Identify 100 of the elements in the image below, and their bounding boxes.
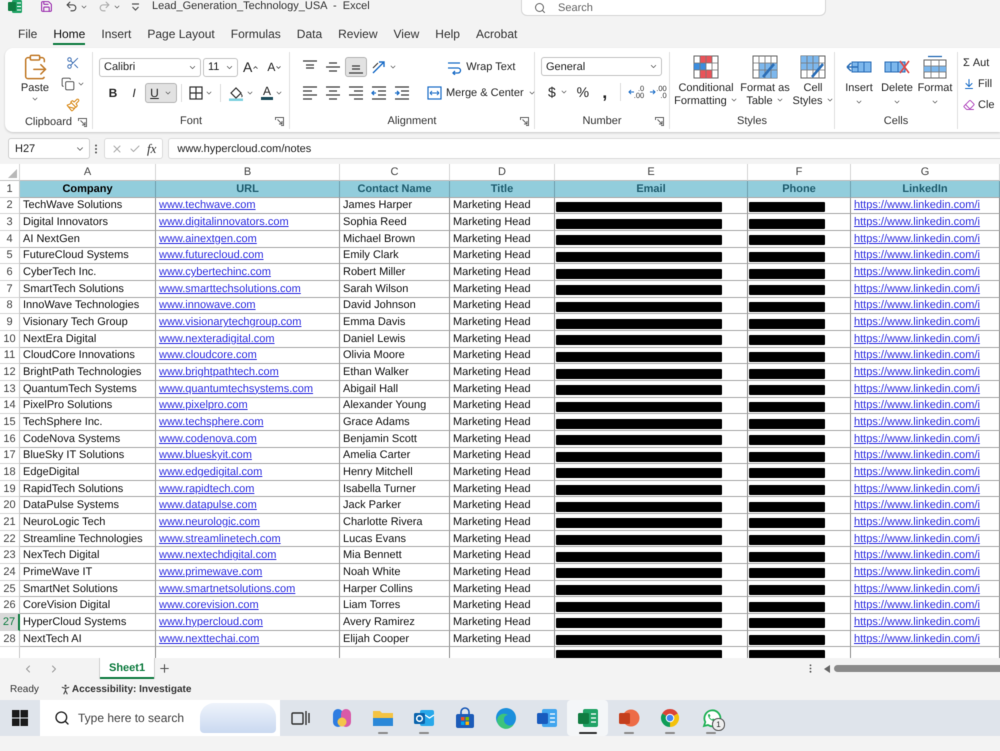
link[interactable]: www.edgedigital.com xyxy=(159,466,262,478)
link[interactable]: www.brightpathtech.com xyxy=(159,366,279,378)
row-header[interactable]: 16 xyxy=(0,430,20,448)
row-header[interactable]: 24 xyxy=(0,564,20,581)
alignment-launcher-button[interactable] xyxy=(520,116,529,126)
shrink-font-button[interactable]: A xyxy=(264,57,286,77)
link[interactable]: https://www.linkedin.com/i xyxy=(854,466,980,478)
column-letter[interactable]: F xyxy=(748,164,851,181)
comma-style-button[interactable]: , xyxy=(594,82,615,102)
link[interactable]: www.codenova.com xyxy=(159,432,257,445)
row-header[interactable]: 19 xyxy=(0,480,20,498)
sheet-tab[interactable]: Sheet1 xyxy=(100,658,154,679)
column-letter[interactable]: G xyxy=(851,164,1000,181)
styles-button[interactable]: Conditional Formatting xyxy=(674,52,738,113)
link[interactable]: https://www.linkedin.com/i xyxy=(854,382,980,395)
link[interactable]: https://www.linkedin.com/i xyxy=(854,266,980,278)
search-field[interactable]: Search xyxy=(521,0,826,16)
cells-button[interactable]: Delete xyxy=(879,52,915,113)
link[interactable]: www.cybertechinc.com xyxy=(159,266,271,278)
cells-button[interactable]: Format xyxy=(917,52,953,113)
row-header[interactable]: 27 xyxy=(0,614,20,631)
link[interactable]: www.visionarytechgroup.com xyxy=(159,316,302,328)
row-header[interactable]: 10 xyxy=(0,330,20,348)
menu-tab[interactable]: File xyxy=(10,20,46,48)
name-box[interactable]: H27 xyxy=(8,138,90,159)
taskbar-app-button[interactable] xyxy=(567,700,608,736)
editing-button[interactable]: Cle xyxy=(963,95,995,115)
grow-font-button[interactable]: A xyxy=(240,57,262,77)
row-header[interactable]: 9 xyxy=(0,314,20,331)
number-format-field[interactable]: General xyxy=(541,57,662,76)
link[interactable]: www.datapulse.com xyxy=(159,499,257,512)
link[interactable]: https://www.linkedin.com/i xyxy=(854,599,980,612)
row-header[interactable]: 28 xyxy=(0,630,20,648)
link[interactable]: www.smarttechsolutions.com xyxy=(159,282,301,295)
row-header[interactable]: 1 xyxy=(0,181,20,198)
column-letter[interactable]: D xyxy=(450,164,555,181)
menu-tab[interactable]: View xyxy=(386,20,428,48)
scrollbar-thumb[interactable] xyxy=(834,665,1000,672)
link[interactable]: https://www.linkedin.com/i xyxy=(854,232,980,245)
align-button[interactable] xyxy=(345,57,367,77)
link[interactable]: www.innowave.com xyxy=(159,299,256,312)
bold-button[interactable]: B xyxy=(103,83,123,103)
font-size-field[interactable]: 11 xyxy=(203,58,238,76)
row-header[interactable]: 21 xyxy=(0,514,20,531)
link[interactable]: https://www.linkedin.com/i xyxy=(854,499,980,512)
row-header[interactable]: 4 xyxy=(0,230,20,248)
row-header[interactable]: 25 xyxy=(0,580,20,598)
link[interactable]: www.rapidtech.com xyxy=(159,482,254,495)
link[interactable]: https://www.linkedin.com/i xyxy=(854,366,980,378)
row-header[interactable]: 7 xyxy=(0,280,20,298)
link[interactable]: https://www.linkedin.com/i xyxy=(854,316,980,328)
link[interactable]: https://www.linkedin.com/i xyxy=(854,282,980,295)
link[interactable]: www.hypercloud.com xyxy=(159,616,263,628)
clipboard-launcher-button[interactable] xyxy=(78,118,87,126)
link[interactable]: www.nextechdigital.com xyxy=(159,549,276,562)
link[interactable]: https://www.linkedin.com/i xyxy=(854,449,980,462)
app-logo-button[interactable] xyxy=(8,0,22,13)
column-letter[interactable]: A xyxy=(20,164,156,181)
row-header[interactable]: 11 xyxy=(0,348,20,364)
link[interactable]: https://www.linkedin.com/i xyxy=(854,549,980,562)
link[interactable]: https://www.linkedin.com/i xyxy=(854,566,980,578)
menu-tab[interactable]: Insert xyxy=(93,20,140,48)
link[interactable]: www.techwave.com xyxy=(159,199,256,212)
link[interactable]: https://www.linkedin.com/i xyxy=(854,249,980,262)
column-letter[interactable]: B xyxy=(156,164,340,181)
taskbar-search-field[interactable]: Type here to search xyxy=(40,700,280,736)
row-header[interactable]: 2 xyxy=(0,198,20,214)
styles-button[interactable]: Cell Styles xyxy=(792,52,834,113)
link[interactable]: https://www.linkedin.com/i xyxy=(854,582,980,595)
accessibility-status[interactable]: Accessibility: Investigate xyxy=(72,684,192,695)
link[interactable]: https://www.linkedin.com/i xyxy=(854,532,980,545)
row-header[interactable]: 15 xyxy=(0,414,20,431)
link[interactable]: www.futurecloud.com xyxy=(159,249,264,262)
link[interactable]: www.pixelpro.com xyxy=(159,399,248,412)
row-header[interactable]: 20 xyxy=(0,497,20,514)
row-header[interactable]: 22 xyxy=(0,530,20,548)
merge-center-button[interactable]: Merge & Center xyxy=(425,83,538,103)
link[interactable]: https://www.linkedin.com/i xyxy=(854,332,980,345)
currency-button[interactable]: $ xyxy=(545,82,571,102)
link[interactable]: www.quantumtechsystems.com xyxy=(159,382,314,395)
wrap-text-button[interactable]: Wrap Text xyxy=(425,57,538,77)
link[interactable]: https://www.linkedin.com/i xyxy=(854,616,980,628)
underline-button[interactable]: U xyxy=(145,83,177,103)
cells-button[interactable]: Insert xyxy=(841,52,877,113)
taskbar-app-button[interactable]: 1 xyxy=(690,700,731,736)
menu-tab[interactable]: Formulas xyxy=(222,20,289,48)
link[interactable]: www.nexttechai.com xyxy=(159,632,260,645)
link[interactable]: https://www.linkedin.com/i xyxy=(854,216,980,228)
row-header[interactable]: 14 xyxy=(0,398,20,414)
link[interactable]: www.cloudcore.com xyxy=(159,349,257,362)
link[interactable]: www.smartnetsolutions.com xyxy=(159,582,296,595)
row-header[interactable]: 18 xyxy=(0,464,20,481)
menu-tab[interactable]: Page Layout xyxy=(139,20,223,48)
link[interactable]: www.digitalinnovators.com xyxy=(159,216,289,228)
link[interactable]: https://www.linkedin.com/i xyxy=(854,632,980,645)
row-header[interactable]: 6 xyxy=(0,264,20,281)
styles-button[interactable]: Format as Table xyxy=(740,52,790,113)
link[interactable]: https://www.linkedin.com/i xyxy=(854,416,980,428)
link[interactable]: https://www.linkedin.com/i xyxy=(854,299,980,312)
save-button[interactable] xyxy=(40,0,53,13)
